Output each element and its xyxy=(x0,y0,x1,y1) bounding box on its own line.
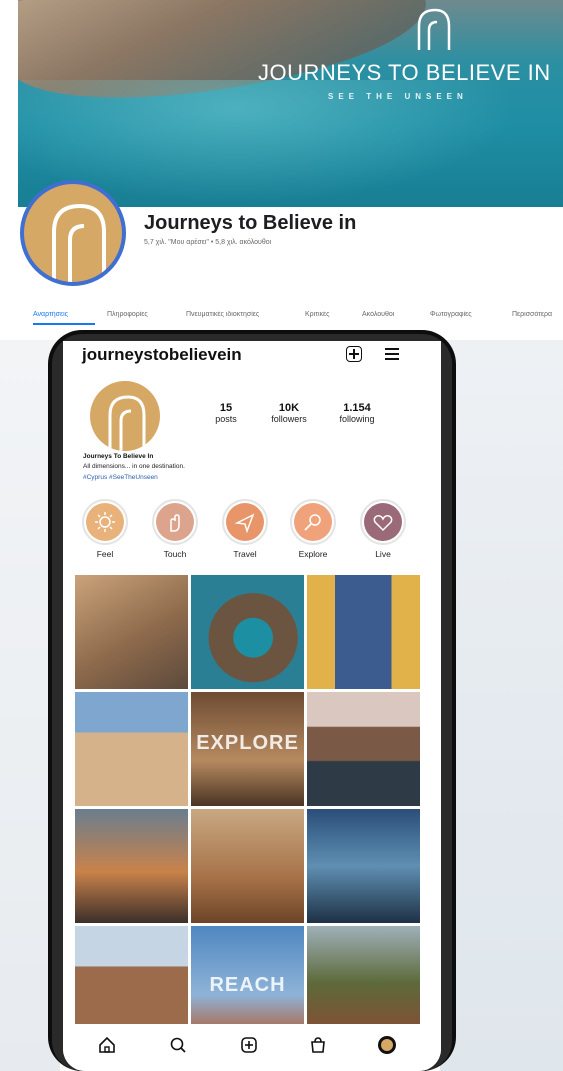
heart-icon xyxy=(373,515,393,532)
stat-value: 15 xyxy=(219,402,233,414)
highlight-explore[interactable]: Explore xyxy=(283,499,343,559)
tab-photos[interactable]: Φωτογραφίες xyxy=(430,311,472,318)
stat-label: following xyxy=(339,414,375,424)
highlight-label: Touch xyxy=(163,549,187,559)
tab-followers[interactable]: Ακόλουθοι xyxy=(362,311,394,318)
page-avatar[interactable] xyxy=(20,180,126,286)
highlight-feel[interactable]: Feel xyxy=(75,499,135,559)
bottom-nav xyxy=(63,1024,441,1071)
tab-about[interactable]: Πληροφορίες xyxy=(107,311,148,318)
page-title: Journeys to Believe in xyxy=(144,212,357,234)
stat-posts[interactable]: 15 posts xyxy=(196,402,256,424)
highlight-label: Live xyxy=(375,549,391,559)
grid-overlay-text: EXPLORE xyxy=(196,732,299,754)
post-background-right xyxy=(440,340,563,1071)
arch-logo-icon xyxy=(417,8,451,50)
instagram-screen: journeystobelievein 15 posts 10K followe… xyxy=(63,341,441,1071)
new-post-icon[interactable] xyxy=(346,346,362,362)
highlight-label: Travel xyxy=(233,549,257,559)
stat-following[interactable]: 1.154 following xyxy=(327,402,387,424)
bio-text: All dimensions... in one destination. xyxy=(83,463,185,470)
grid-photo[interactable] xyxy=(191,809,304,923)
grid-photo[interactable] xyxy=(75,926,188,1040)
plane-icon xyxy=(234,513,255,533)
bio-name: Journeys To Believe In xyxy=(83,453,154,460)
add-post-icon[interactable] xyxy=(238,1034,260,1056)
grid-photo[interactable] xyxy=(75,692,188,806)
grid-photo[interactable] xyxy=(307,809,420,923)
tab-more[interactable]: Περισσότερα xyxy=(512,311,552,318)
cover-photo[interactable]: JOURNEYS TO BELIEVE IN SEE THE UNSEEN xyxy=(18,0,563,207)
grid-photo[interactable] xyxy=(75,809,188,923)
cover-tagline: SEE THE UNSEEN xyxy=(328,92,468,101)
ig-avatar[interactable] xyxy=(90,381,160,451)
home-icon[interactable] xyxy=(96,1034,118,1056)
highlight-touch[interactable]: Touch xyxy=(145,499,205,559)
search-icon[interactable] xyxy=(167,1034,189,1056)
tab-posts[interactable]: Αναρτήσεις xyxy=(33,311,68,318)
sun-icon xyxy=(95,512,115,532)
hamburger-menu-icon[interactable] xyxy=(385,348,399,363)
grid-photo[interactable] xyxy=(307,575,420,689)
grid-photo[interactable] xyxy=(75,575,188,689)
grid-photo[interactable]: REACH xyxy=(191,926,304,1040)
bio-hashtags[interactable]: #Cyprus #SeeTheUnseen xyxy=(83,474,158,481)
highlight-label: Feel xyxy=(96,549,114,559)
highlight-live[interactable]: Live xyxy=(353,499,413,559)
stat-label: followers xyxy=(271,414,307,424)
highlight-travel[interactable]: Travel xyxy=(215,499,275,559)
grid-photo[interactable]: EXPLORE xyxy=(191,692,304,806)
arch-logo-icon xyxy=(52,203,106,282)
grid-photo[interactable] xyxy=(307,926,420,1040)
profile-icon[interactable] xyxy=(376,1034,398,1056)
tab-reviews[interactable]: Κριτικές xyxy=(305,311,330,318)
magnifier-icon xyxy=(304,514,321,531)
grid-photo[interactable] xyxy=(191,575,304,689)
ig-username: journeystobelievein xyxy=(82,345,242,364)
tab-copyright[interactable]: Πνευματικές ιδιοκτησίες xyxy=(186,311,259,318)
page-stats: 5,7 χιλ. "Μου αρέσει" • 5,8 χιλ. ακόλουθ… xyxy=(144,239,272,246)
shop-icon[interactable] xyxy=(307,1034,329,1056)
active-tab-indicator xyxy=(33,323,95,325)
grid-photo[interactable] xyxy=(307,692,420,806)
grid-overlay-text: REACH xyxy=(209,974,286,996)
stat-followers[interactable]: 10K followers xyxy=(259,402,319,424)
stat-value: 10K xyxy=(278,402,300,414)
hand-icon xyxy=(170,514,180,532)
stat-value: 1.154 xyxy=(343,402,371,414)
stat-label: posts xyxy=(215,414,237,424)
highlight-label: Explore xyxy=(298,549,328,559)
cover-headline: JOURNEYS TO BELIEVE IN xyxy=(258,60,551,85)
arch-logo-icon xyxy=(108,395,146,451)
